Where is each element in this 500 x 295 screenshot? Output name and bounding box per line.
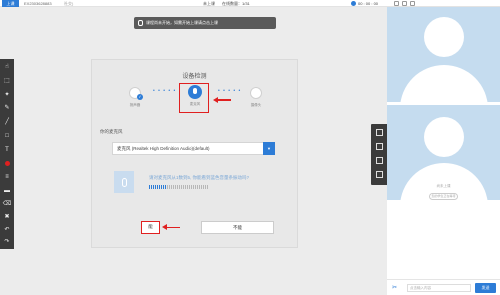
volume-level-segment [171,185,172,189]
not-live-text: 尚未上课 [436,184,451,188]
avatar-icon [424,17,464,57]
file-icon[interactable] [376,157,383,164]
highlight-box-microphone [179,83,209,113]
right-panel: 尚未上课 您的学生正在等待 ✂ 点击输入内容 发送 [387,7,500,295]
volume-level-segment [181,185,182,189]
volume-level-segment [205,185,206,189]
volume-level-segment [175,185,176,189]
microphone-select-value: 麦克风 (Realtek High Definition Audio)(defa… [117,146,210,151]
speaker-label: 扬声器 [129,103,141,107]
mic-section-label: 你的麦克风 [100,129,123,134]
class-notice: 课程尚未开始，如需开始上课请点击上课 [134,17,276,29]
volume-level-segment [173,185,174,189]
class-status: 未上课 [203,1,215,6]
volume-level-segment [183,185,184,189]
avatar-icon-2 [424,117,464,157]
volume-level-segment [153,185,154,189]
avatar-body [400,65,488,102]
volume-level-segment [177,185,178,189]
fill-icon[interactable]: ▬ [3,187,11,195]
eraser-icon[interactable]: ⌫ [3,200,11,208]
pen-icon[interactable]: ✎ [3,104,11,112]
fullscreen-icon[interactable] [410,1,415,6]
volume-level-segment [207,185,208,189]
page-toolbar [371,124,388,185]
no-button[interactable]: 不能 [201,221,274,234]
class-timer: 00 : 00 : 00 [358,1,379,6]
settings-icon[interactable] [394,1,399,6]
arrow-line-yes [166,226,180,228]
check-icon: ✓ [137,94,143,100]
volume-level-segment [161,185,162,189]
online-count: 在线数量：1/31 [222,1,250,6]
clock-icon [351,1,356,6]
volume-level-segment [159,185,160,189]
text-icon[interactable]: T [3,146,11,154]
top-bar: 上课 EX2303628883 社交) 未上课 在线数量：1/31 00 : 0… [0,0,500,7]
volume-level-segment [201,185,202,189]
line-icon[interactable]: ╱ [3,118,11,126]
volume-level-segment [151,185,152,189]
volume-level-segment [197,185,198,189]
volume-level-bar [149,185,208,189]
select-icon[interactable]: ⬚ [3,77,11,85]
volume-level-segment [193,185,194,189]
volume-level-segment [195,185,196,189]
send-button[interactable]: 发送 [475,283,496,293]
chevron-down-icon[interactable]: ▼ [263,142,275,155]
waiting-pill: 您的学生正在等待 [429,193,458,200]
layout-icon[interactable] [402,1,407,6]
volume-level-segment [189,185,190,189]
volume-level-segment [165,185,166,189]
volume-level-segment [149,185,150,189]
undo-icon[interactable]: ↶ [3,226,11,234]
whiteboard-toolbar: ☝ ⬚ ✦ ✎ ╱ □ T ≡ ▬ ⌫ ✖ ↶ ↷ [0,59,14,249]
chat-bar: ✂ 点击输入内容 发送 [387,279,500,295]
volume-level-segment [163,185,164,189]
clear-icon[interactable]: ✖ [3,213,11,221]
folder-icon[interactable] [376,143,383,150]
volume-level-segment [203,185,204,189]
volume-level-segment [191,185,192,189]
volume-level-segment [179,185,180,189]
volume-level-segment [155,185,156,189]
camera-label: 摄像头 [250,103,262,107]
device-check-dialog: 设备检测 ✓ 扬声器 • • • • • 麦克风 • • • • • 摄像头 你… [91,59,298,248]
course-id: EX2303628883 [24,1,52,6]
rect-icon[interactable]: □ [3,132,11,140]
volume-level-segment [167,185,168,189]
dialog-title: 设备检测 [182,74,207,80]
progress-dots: • • • • • [153,88,177,94]
course-note: 社交) [64,1,74,6]
color-icon[interactable] [3,159,11,167]
arrow-line [217,99,231,101]
camera-icon[interactable] [250,87,262,99]
notice-text: 课程尚未开始，如需开始上课请点击上课 [146,20,218,25]
volume-level-segment [185,185,186,189]
thickness-icon[interactable]: ≡ [3,173,11,181]
mic-test-prompt: 请对麦克风从1数到5, 你能看到蓝色音量条振动吗? [149,175,250,180]
courseware-icon[interactable] [376,129,383,136]
volume-level-segment [187,185,188,189]
chat-input[interactable]: 点击输入内容 [407,284,471,292]
yes-button[interactable]: 能 [141,221,160,234]
save-icon[interactable] [376,171,383,178]
volume-level-segment [199,185,200,189]
redo-icon[interactable]: ↷ [3,238,11,246]
start-class-button[interactable]: 上课 [2,0,19,7]
teacher-video [387,7,500,102]
microphone-select[interactable]: 麦克风 (Realtek High Definition Audio)(defa… [112,142,275,155]
scissors-icon[interactable]: ✂ [392,284,397,291]
mic-test-icon [114,171,134,193]
pointer-icon[interactable]: ☝ [3,63,11,71]
progress-dots-2: • • • • • [218,88,242,94]
window-controls [394,1,415,6]
volume-level-segment [157,185,158,189]
notice-icon [138,20,143,26]
volume-level-segment [169,185,170,189]
laser-icon[interactable]: ✦ [3,91,11,99]
